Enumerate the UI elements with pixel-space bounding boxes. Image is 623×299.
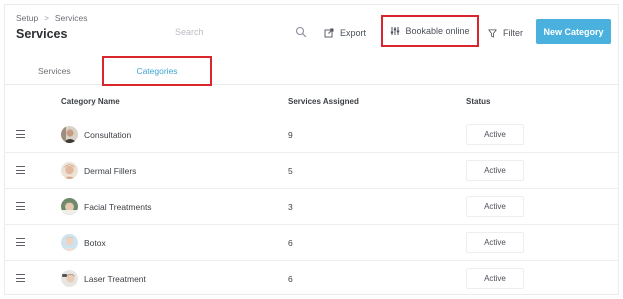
export-icon bbox=[324, 28, 334, 38]
services-assigned-count: 6 bbox=[288, 238, 293, 248]
category-avatar bbox=[61, 198, 78, 215]
tab-categories[interactable]: Categories bbox=[102, 56, 212, 86]
category-name[interactable]: Dermal Fillers bbox=[84, 166, 136, 176]
status-badge: Active bbox=[466, 196, 524, 217]
sliders-icon bbox=[391, 27, 400, 35]
filter-button[interactable]: Filter bbox=[488, 22, 523, 44]
status-badge: Active bbox=[466, 124, 524, 145]
filter-label: Filter bbox=[503, 28, 523, 38]
status-badge: Active bbox=[466, 232, 524, 253]
category-name[interactable]: Laser Treatment bbox=[84, 274, 146, 284]
tab-bar: Services Categories bbox=[5, 56, 618, 86]
drag-handle-icon[interactable] bbox=[16, 238, 26, 247]
services-assigned-count: 6 bbox=[288, 274, 293, 284]
drag-handle-icon[interactable] bbox=[16, 166, 26, 175]
page-title: Services bbox=[16, 27, 68, 41]
breadcrumb-root[interactable]: Setup bbox=[16, 13, 38, 23]
breadcrumb: Setup > Services bbox=[16, 13, 87, 23]
new-category-button[interactable]: New Category bbox=[536, 19, 611, 44]
drag-handle-icon[interactable] bbox=[16, 274, 26, 283]
table-row[interactable]: Dermal Fillers 5 Active bbox=[5, 153, 618, 189]
breadcrumb-current: Services bbox=[54, 13, 88, 23]
category-avatar bbox=[61, 234, 78, 251]
table-row[interactable]: Facial Treatments 3 Active bbox=[5, 189, 618, 225]
search-box bbox=[169, 19, 309, 45]
breadcrumb-separator: > bbox=[44, 13, 49, 23]
table-row[interactable]: Consultation 9 Active bbox=[5, 117, 618, 153]
category-avatar bbox=[61, 126, 78, 143]
services-assigned-count: 9 bbox=[288, 130, 293, 140]
page-header: Setup > Services Services Export bbox=[5, 5, 618, 57]
filter-icon bbox=[488, 28, 497, 38]
category-avatar bbox=[61, 162, 78, 179]
category-name[interactable]: Facial Treatments bbox=[84, 202, 152, 212]
table-row[interactable]: Botox 6 Active bbox=[5, 225, 618, 261]
export-label: Export bbox=[340, 28, 367, 38]
status-badge: Active bbox=[466, 268, 524, 289]
tab-services[interactable]: Services bbox=[38, 57, 71, 85]
search-icon[interactable] bbox=[295, 26, 307, 38]
category-name[interactable]: Consultation bbox=[84, 130, 131, 140]
category-name[interactable]: Botox bbox=[84, 238, 106, 248]
search-input[interactable] bbox=[169, 27, 279, 37]
bookable-online-button[interactable]: Bookable online bbox=[381, 15, 479, 47]
drag-handle-icon[interactable] bbox=[16, 202, 26, 211]
export-button[interactable]: Export bbox=[324, 22, 366, 44]
column-header-services-assigned[interactable]: Services Assigned bbox=[288, 97, 359, 106]
services-assigned-count: 3 bbox=[288, 202, 293, 212]
services-assigned-count: 5 bbox=[288, 166, 293, 176]
category-avatar bbox=[61, 270, 78, 287]
services-page: Setup > Services Services Export bbox=[4, 4, 619, 295]
status-badge: Active bbox=[466, 160, 524, 181]
table-row[interactable]: Laser Treatment 6 Active bbox=[5, 261, 618, 294]
table-header: Category Name Services Assigned Status bbox=[5, 85, 618, 117]
column-header-category-name[interactable]: Category Name bbox=[61, 97, 120, 106]
categories-table: Category Name Services Assigned Status C… bbox=[5, 85, 618, 294]
column-header-status[interactable]: Status bbox=[466, 97, 490, 106]
bookable-online-label: Bookable online bbox=[405, 26, 470, 36]
drag-handle-icon[interactable] bbox=[16, 130, 26, 139]
